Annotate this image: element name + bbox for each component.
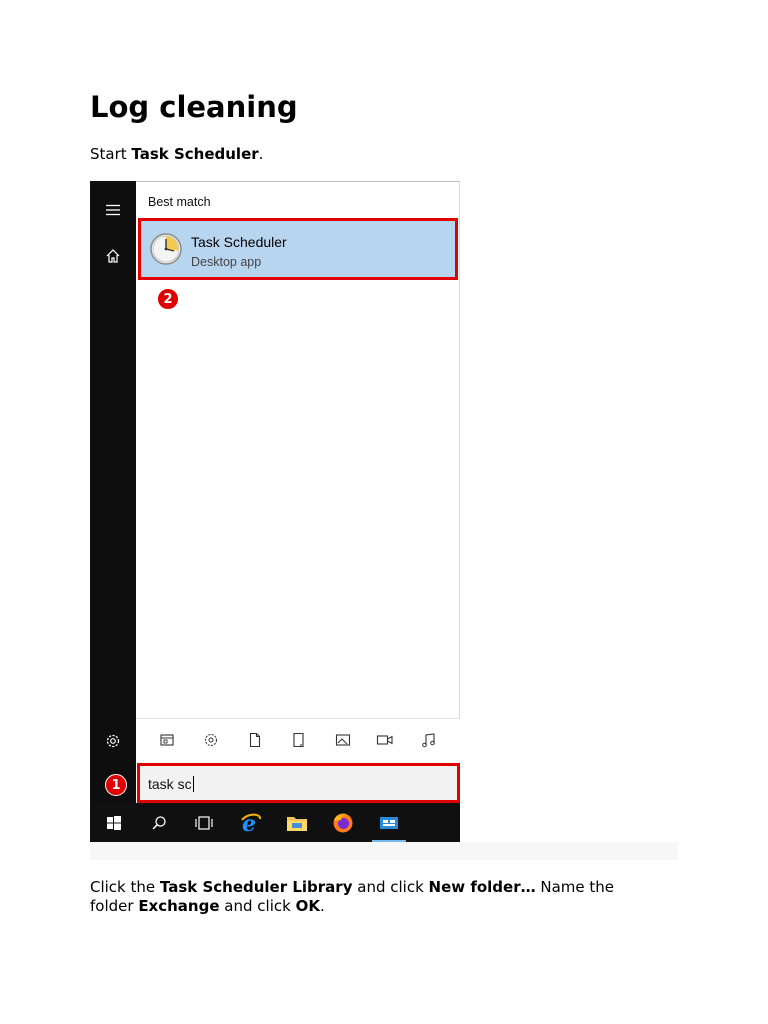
windows-start-icon[interactable] <box>94 803 134 842</box>
screenshot-shadow <box>90 842 678 860</box>
search-filter-bar <box>136 718 460 764</box>
documents-icon[interactable] <box>244 729 266 751</box>
step-2-text: Click the Task Scheduler Library and cli… <box>90 878 650 916</box>
new-folder-action: New folder… <box>428 878 536 896</box>
page-title: Log cleaning <box>90 90 298 124</box>
step-1-text: Start Task Scheduler. <box>90 145 263 164</box>
search-input-text: task sc <box>148 776 194 792</box>
text-caret <box>192 776 194 792</box>
library-name: Task Scheduler Library <box>159 878 353 896</box>
server-manager-icon[interactable] <box>369 803 409 842</box>
step-2-part-4: and click <box>219 897 296 915</box>
music-icon[interactable] <box>418 729 440 751</box>
internet-explorer-icon[interactable]: e <box>231 803 271 842</box>
step-badge-2: 2 <box>157 288 179 310</box>
task-view-icon[interactable] <box>184 803 224 842</box>
videos-icon[interactable] <box>374 729 396 751</box>
hamburger-menu-icon[interactable] <box>90 196 136 224</box>
step-1-post: . <box>258 145 264 163</box>
file-explorer-icon[interactable] <box>277 803 317 842</box>
step-badge-1: 1 <box>105 774 127 796</box>
step-1-app-name: Task Scheduler <box>131 145 259 163</box>
result-title: Task Scheduler <box>191 234 287 250</box>
best-match-label: Best match <box>148 195 211 209</box>
firefox-icon[interactable] <box>323 803 363 842</box>
photos-icon[interactable] <box>332 729 354 751</box>
search-input[interactable]: task sc <box>137 763 460 803</box>
step-2-part-1: Click the <box>90 878 160 896</box>
folder-name: Exchange <box>138 897 220 915</box>
task-scheduler-clock-icon <box>149 232 183 266</box>
start-menu-sidebar: 1 <box>90 181 136 803</box>
step-1-pre: Start <box>90 145 132 163</box>
result-subtitle: Desktop app <box>191 255 262 269</box>
step-2-part-5: . <box>319 897 325 915</box>
ok-action: OK <box>295 897 320 915</box>
settings-gear-icon[interactable] <box>90 727 136 755</box>
apps-icon[interactable] <box>156 729 178 751</box>
settings-icon[interactable] <box>200 729 222 751</box>
task-scheduler-result[interactable]: Task Scheduler Desktop app <box>138 218 458 280</box>
search-query: task sc <box>148 776 192 792</box>
start-menu-screenshot: 1 Best match Task Scheduler Desktop app … <box>90 181 460 842</box>
home-icon[interactable] <box>90 242 136 270</box>
taskbar: e <box>90 803 460 842</box>
folders-icon[interactable] <box>288 729 310 751</box>
search-icon[interactable] <box>139 803 179 842</box>
step-2-part-2: and click <box>352 878 429 896</box>
